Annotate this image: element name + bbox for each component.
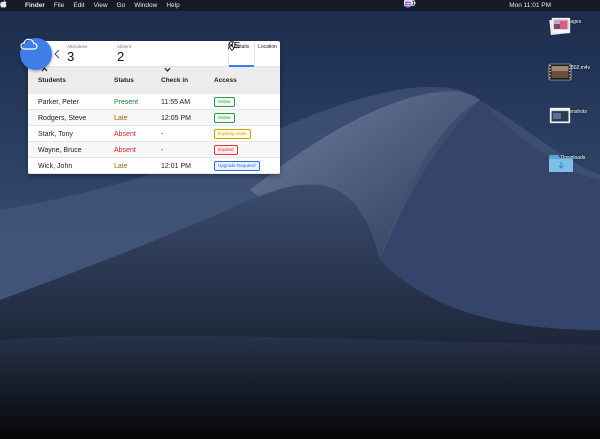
column-header-label: Students bbox=[38, 77, 66, 84]
checkin-time: 11:55 AM bbox=[161, 98, 191, 106]
column-header-status[interactable]: Status bbox=[114, 67, 134, 94]
student-name: Parker, Peter bbox=[38, 98, 79, 106]
access-cell: Active bbox=[214, 94, 235, 110]
table-row[interactable]: Parker, Peter Present 11:55 AM Active bbox=[28, 94, 280, 110]
access-badge: Active bbox=[214, 113, 235, 123]
battery-icon[interactable] bbox=[404, 0, 502, 10]
desktop-icon-downloads[interactable]: Downloads bbox=[548, 152, 598, 172]
menu-file[interactable]: File bbox=[54, 0, 64, 11]
access-badge: Upgrade Required bbox=[214, 161, 260, 171]
checkin-time: - bbox=[161, 146, 164, 154]
airplay-icon[interactable] bbox=[404, 0, 457, 10]
cloud-button[interactable] bbox=[20, 38, 52, 70]
access-badge: Expired bbox=[214, 145, 238, 155]
student-name: Wayne, Bruce bbox=[38, 146, 82, 154]
student-name: Wick, John bbox=[38, 162, 73, 170]
tab-location[interactable]: Location bbox=[228, 41, 280, 67]
student-name: Stark, Tony bbox=[38, 130, 73, 138]
tab-location-label: Location bbox=[258, 44, 277, 50]
desktop-icon-video[interactable]: IMG_1802.m4v bbox=[548, 62, 598, 81]
access-badge: Expiring Soon bbox=[214, 129, 251, 139]
menu-finder[interactable]: Finder bbox=[25, 0, 45, 11]
access-badge: Active bbox=[214, 97, 235, 107]
access-cell: Expiring Soon bbox=[214, 126, 251, 142]
status-menus: Mon 11:01 PM bbox=[404, 0, 596, 11]
menu-view[interactable]: View bbox=[94, 0, 108, 11]
attendance-panel: Attendees 3 Absent 2 Details Location St… bbox=[28, 41, 280, 174]
student-name: Rodgers, Steve bbox=[38, 114, 87, 122]
access-cell: Expired bbox=[214, 142, 238, 158]
back-chevron-icon[interactable] bbox=[54, 49, 60, 59]
checkin-time: - bbox=[161, 130, 164, 138]
spotlight-search-icon[interactable] bbox=[404, 0, 566, 10]
menu-help[interactable]: Help bbox=[166, 0, 179, 11]
table-body: Parker, Peter Present 11:55 AM Active Ro… bbox=[28, 94, 280, 174]
desktop-icon-images[interactable]: Images bbox=[548, 16, 598, 36]
table-row[interactable]: Rodgers, Steve Late 12:05 PM Active bbox=[28, 110, 280, 126]
attendees-count: 3 bbox=[67, 49, 75, 64]
table-row[interactable]: Wick, John Late 12:01 PM Upgrade Require… bbox=[28, 158, 280, 174]
menu-window[interactable]: Window bbox=[134, 0, 157, 11]
notification-center-icon[interactable] bbox=[404, 0, 596, 10]
wifi-icon[interactable] bbox=[404, 0, 472, 10]
display-icon[interactable] bbox=[404, 0, 427, 10]
view-tabs: Details Location bbox=[228, 41, 280, 67]
column-header-students[interactable]: Students bbox=[38, 67, 66, 94]
panel-header: Attendees 3 Absent 2 Details Location bbox=[28, 41, 280, 67]
column-header-checkin[interactable]: Check in bbox=[161, 67, 188, 94]
status-text: Present bbox=[114, 98, 139, 106]
desktop-icon-screenshots[interactable]: Screenshots bbox=[548, 106, 598, 124]
siri-icon[interactable] bbox=[404, 0, 581, 10]
menu-edit[interactable]: Edit bbox=[73, 0, 84, 11]
menu-clock[interactable]: Mon 11:01 PM bbox=[509, 0, 551, 11]
apple-menu-icon[interactable] bbox=[0, 0, 15, 10]
desktop-wallpaper: Finder File Edit View Go Window Help Mon… bbox=[0, 0, 600, 439]
status-text: Late bbox=[114, 162, 128, 170]
access-cell: Upgrade Required bbox=[214, 158, 260, 174]
checkin-time: 12:01 PM bbox=[161, 162, 191, 170]
table-row[interactable]: Wayne, Bruce Absent - Expired bbox=[28, 142, 280, 158]
status-text: Absent bbox=[114, 130, 136, 138]
menu-bar: Finder File Edit View Go Window Help Mon… bbox=[0, 0, 600, 11]
attendees-stat: Attendees 3 bbox=[67, 44, 87, 64]
table-header: Students Status Check in Access bbox=[28, 67, 280, 94]
status-text: Absent bbox=[114, 146, 136, 154]
checkin-time: 12:05 PM bbox=[161, 114, 191, 122]
menu-go[interactable]: Go bbox=[117, 0, 126, 11]
time-machine-icon[interactable] bbox=[404, 0, 442, 10]
column-header-label: Status bbox=[114, 77, 134, 84]
access-cell: Active bbox=[214, 110, 235, 126]
column-header-label: Check in bbox=[161, 77, 189, 84]
volume-icon[interactable] bbox=[404, 0, 487, 10]
absent-count: 2 bbox=[117, 49, 125, 64]
column-header-label: Access bbox=[214, 77, 237, 84]
absent-stat: Absent 2 bbox=[117, 44, 131, 64]
table-row[interactable]: Stark, Tony Absent - Expiring Soon bbox=[28, 126, 280, 142]
status-text: Late bbox=[114, 114, 128, 122]
column-header-access[interactable]: Access bbox=[214, 67, 237, 94]
